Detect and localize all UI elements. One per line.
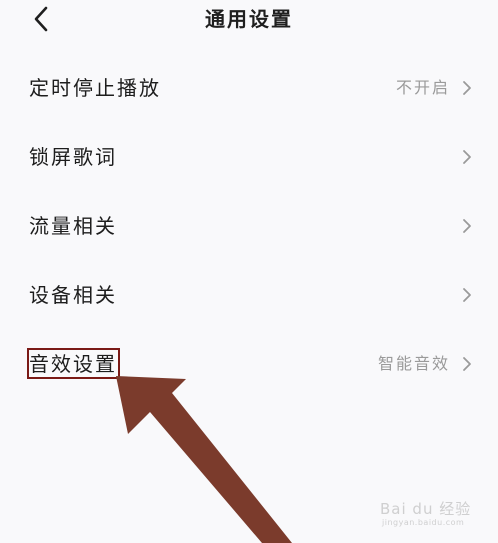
watermark-subtext: jingyan.baidu.com	[382, 518, 465, 527]
header-bar: 通用设置	[0, 0, 498, 40]
setting-label: 设备相关	[29, 283, 117, 307]
watermark-text: Bai du 经验	[380, 500, 472, 518]
setting-row-sleep-timer[interactable]: 定时停止播放 不开启	[0, 65, 498, 111]
chevron-right-icon	[460, 147, 474, 167]
setting-label: 音效设置	[29, 352, 117, 376]
watermark-logo: Bai du 经验 jingyan.baidu.com	[380, 494, 492, 534]
setting-label: 定时停止播放	[29, 76, 161, 100]
chevron-right-icon	[460, 78, 474, 98]
setting-value: 智能音效	[377, 354, 450, 373]
setting-row-devices[interactable]: 设备相关	[0, 272, 498, 318]
setting-value: 不开启	[395, 78, 450, 97]
page-title: 通用设置	[205, 7, 293, 31]
setting-label: 锁屏歌词	[29, 145, 117, 169]
setting-row-data-usage[interactable]: 流量相关	[0, 203, 498, 249]
setting-label: 流量相关	[29, 214, 117, 238]
chevron-right-icon	[460, 354, 474, 374]
setting-row-sound-effects[interactable]: 音效设置 智能音效	[0, 341, 498, 387]
setting-row-lockscreen-lyrics[interactable]: 锁屏歌词	[0, 134, 498, 180]
chevron-right-icon	[460, 285, 474, 305]
chevron-right-icon	[460, 216, 474, 236]
